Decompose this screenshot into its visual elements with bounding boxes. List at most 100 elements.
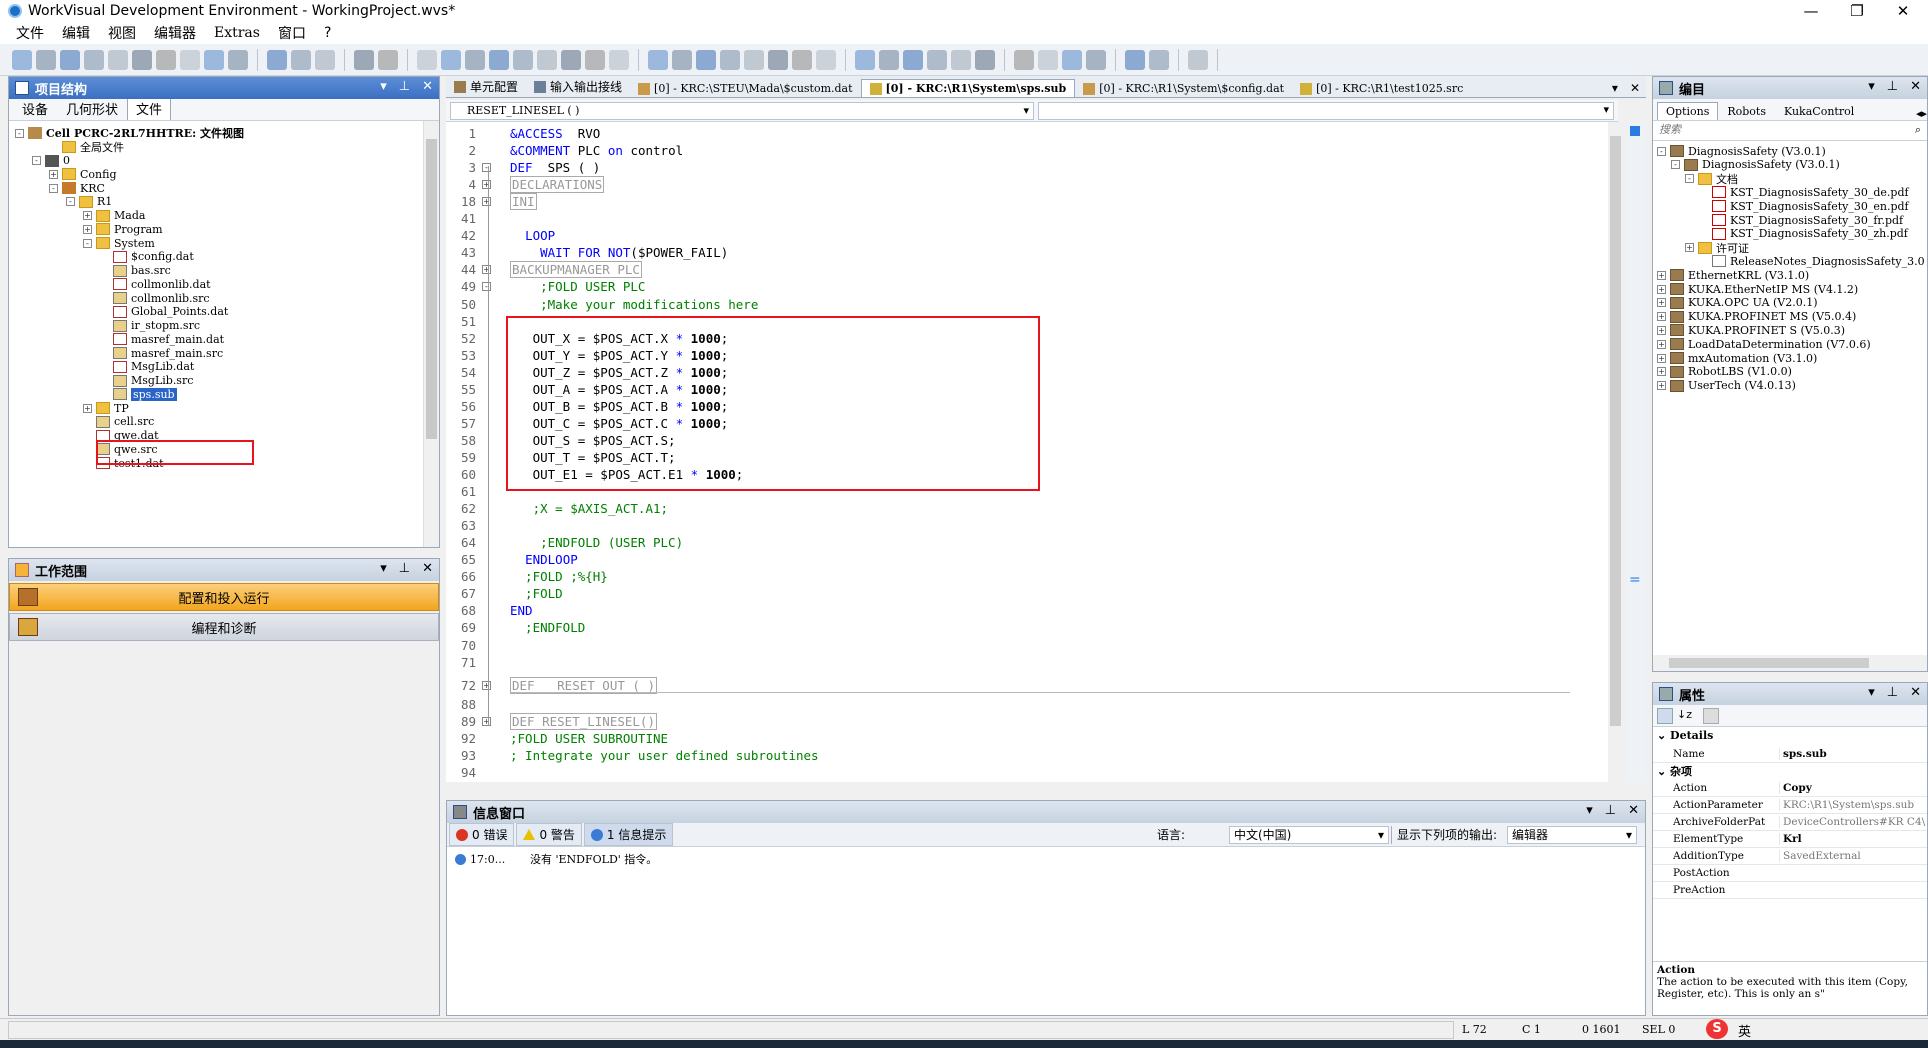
tab-devices[interactable]: 设备 bbox=[13, 96, 57, 120]
toolbar-button-icon[interactable] bbox=[1038, 49, 1058, 70]
maximize-button[interactable]: ❐ bbox=[1834, 0, 1880, 22]
toolbar-button-icon[interactable] bbox=[354, 49, 374, 70]
member-dropdown[interactable]: ▾ bbox=[1038, 102, 1614, 120]
property-row[interactable]: ArchiveFolderPat DeviceControllers#KR C4\… bbox=[1653, 814, 1927, 831]
expand-icon[interactable]: + bbox=[1657, 367, 1666, 377]
code-line[interactable]: DEF SPS ( ) bbox=[510, 160, 600, 175]
toolbar-button-icon[interactable] bbox=[108, 49, 128, 70]
catalog-search-input[interactable] bbox=[1653, 121, 1893, 139]
config-commissioning-button[interactable]: 配置和投入运行 bbox=[9, 583, 439, 611]
toolbar-button-icon[interactable] bbox=[378, 49, 398, 70]
toolbar-button-icon[interactable] bbox=[903, 49, 923, 70]
fold-expand-icon[interactable]: + bbox=[482, 265, 491, 275]
collapse-icon[interactable]: ⌄ bbox=[1657, 765, 1670, 778]
programming-diagnosis-button[interactable]: 编程和诊断 bbox=[9, 613, 439, 641]
ime-mode[interactable]: 英 bbox=[1738, 1021, 1751, 1040]
toolbar-button-icon[interactable] bbox=[60, 49, 80, 70]
sort-az-icon[interactable]: ↓z bbox=[1677, 708, 1693, 724]
toolbar-button-icon[interactable] bbox=[84, 49, 104, 70]
close-icon[interactable]: ✕ bbox=[1910, 685, 1921, 700]
toolbar-button-icon[interactable] bbox=[855, 49, 875, 70]
toolbar-button-icon[interactable] bbox=[489, 49, 509, 70]
editor-scrollbar[interactable] bbox=[1608, 122, 1624, 782]
expand-icon[interactable]: + bbox=[1657, 339, 1666, 349]
code-line[interactable]: ;FOLD bbox=[510, 586, 563, 601]
expand-icon[interactable]: + bbox=[49, 169, 58, 179]
close-button[interactable]: ✕ bbox=[1880, 0, 1926, 22]
menu-view[interactable]: 视图 bbox=[108, 23, 136, 43]
output-select[interactable]: 编辑器 ▾ bbox=[1507, 825, 1637, 844]
toolbar-button-icon[interactable] bbox=[1062, 49, 1082, 70]
categorized-icon[interactable] bbox=[1657, 707, 1673, 724]
code-line[interactable]: ;X = $AXIS_ACT.A1; bbox=[510, 501, 668, 516]
errors-filter-button[interactable]: 0 错误 bbox=[449, 823, 515, 846]
close-icon[interactable]: ✕ bbox=[1910, 79, 1921, 94]
collapse-icon[interactable]: ⌄ bbox=[1657, 729, 1670, 742]
pin-icon[interactable]: ⊥ bbox=[399, 561, 410, 576]
code-line[interactable]: DEF RESET_LINESEL() bbox=[510, 712, 657, 730]
close-icon[interactable]: ✕ bbox=[1628, 803, 1639, 818]
warnings-filter-button[interactable]: 0 警告 bbox=[516, 823, 582, 846]
tab-options[interactable]: Options bbox=[1657, 102, 1719, 120]
menu-help[interactable]: ? bbox=[324, 25, 331, 41]
code-line[interactable]: ;ENDFOLD (USER PLC) bbox=[510, 535, 683, 550]
toolbar-button-icon[interactable] bbox=[792, 49, 812, 70]
code-line[interactable]: END bbox=[510, 603, 533, 618]
fold-collapse-icon[interactable]: - bbox=[482, 163, 491, 173]
tab-custom-dat[interactable]: [0] - KRC:\STEU\Mada\$custom.dat bbox=[630, 80, 861, 97]
toolbar-button-icon[interactable] bbox=[417, 49, 437, 70]
toolbar-button-icon[interactable] bbox=[291, 49, 311, 70]
expand-icon[interactable]: + bbox=[83, 211, 92, 220]
fold-expand-icon[interactable]: + bbox=[482, 716, 491, 726]
code-line[interactable]: WAIT FOR NOT($POWER_FAIL) bbox=[510, 245, 728, 260]
toolbar-button-icon[interactable] bbox=[768, 49, 788, 70]
toolbar-button-icon[interactable] bbox=[180, 49, 200, 70]
toolbar-button-icon[interactable] bbox=[1188, 49, 1208, 70]
editor-close-icon[interactable]: ✕ bbox=[1624, 79, 1646, 97]
expand-icon[interactable]: + bbox=[1657, 284, 1666, 294]
property-section[interactable]: ⌄ 杂项 bbox=[1657, 763, 1692, 779]
catalog-hscroll[interactable] bbox=[1653, 655, 1927, 671]
toolbar-button-icon[interactable] bbox=[951, 49, 971, 70]
dropdown-icon[interactable]: ▾ bbox=[1868, 685, 1875, 700]
toolbar-button-icon[interactable] bbox=[537, 49, 557, 70]
toolbar-button-icon[interactable] bbox=[816, 49, 836, 70]
property-row[interactable]: PostAction bbox=[1653, 865, 1927, 882]
toolbar-button-icon[interactable] bbox=[609, 49, 629, 70]
message-row[interactable]: 17:0... 没有 'ENDFOLD' 指令。 bbox=[447, 847, 1645, 871]
fold-expand-icon[interactable]: + bbox=[482, 180, 491, 190]
function-dropdown[interactable]: RESET_LINESEL ( ) ▾ bbox=[450, 102, 1034, 120]
collapse-icon[interactable]: - bbox=[83, 238, 92, 248]
tab-sps-sub[interactable]: [0] - KRC:\R1\System\sps.sub bbox=[860, 79, 1076, 97]
collapse-icon[interactable]: - bbox=[66, 197, 75, 207]
tab-cell-config[interactable]: 单元配置 bbox=[446, 76, 526, 97]
toolbar-button-icon[interactable] bbox=[513, 49, 533, 70]
close-icon[interactable]: ✕ bbox=[422, 561, 433, 576]
code-line[interactable]: BACKUPMANAGER PLC bbox=[510, 261, 642, 279]
code-line[interactable]: ;FOLD ;%{H} bbox=[510, 569, 608, 584]
fold-expand-icon[interactable]: + bbox=[482, 197, 491, 207]
property-row[interactable]: ElementType Krl bbox=[1653, 831, 1927, 848]
tab-scroll-left-icon[interactable]: ◂▸ bbox=[1916, 107, 1927, 120]
property-row[interactable]: AdditionType SavedExternal bbox=[1653, 848, 1927, 865]
menu-file[interactable]: 文件 bbox=[16, 23, 44, 43]
code-line[interactable]: &COMMENT PLC on control bbox=[510, 143, 683, 158]
expand-icon[interactable]: + bbox=[1657, 298, 1666, 308]
expand-icon[interactable]: + bbox=[1657, 381, 1666, 391]
search-icon[interactable]: ⌕ bbox=[1915, 123, 1921, 137]
toolbar-button-icon[interactable] bbox=[585, 49, 605, 70]
toolbar-button-icon[interactable] bbox=[975, 49, 995, 70]
fold-collapse-icon[interactable]: - bbox=[482, 282, 491, 292]
toolbar-button-icon[interactable] bbox=[927, 49, 947, 70]
toolbar-button-icon[interactable] bbox=[267, 49, 287, 70]
property-section[interactable]: ⌄ Details bbox=[1657, 729, 1713, 742]
code-line[interactable]: ;Make your modifications here bbox=[510, 297, 758, 312]
toolbar-button-icon[interactable] bbox=[1014, 49, 1034, 70]
toolbar-button-icon[interactable] bbox=[36, 49, 56, 70]
collapse-icon[interactable]: - bbox=[15, 128, 24, 138]
minimize-button[interactable]: — bbox=[1788, 0, 1834, 22]
code-line[interactable]: &ACCESS RVO bbox=[510, 126, 600, 141]
toolbar-button-icon[interactable] bbox=[1086, 49, 1106, 70]
toolbar-button-icon[interactable] bbox=[465, 49, 485, 70]
tab-robots[interactable]: Robots bbox=[1718, 102, 1775, 120]
